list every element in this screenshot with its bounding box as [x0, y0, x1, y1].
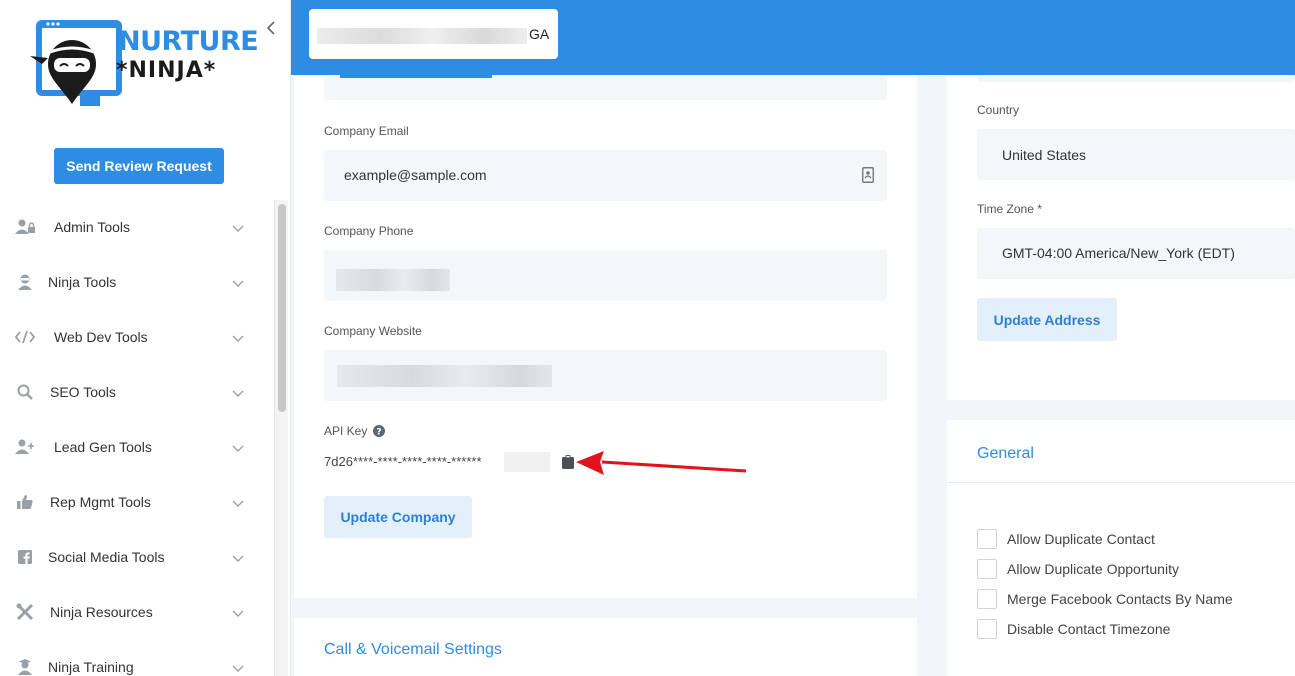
logo-text-ninja: *NINJA* — [116, 58, 217, 83]
logo-text-nurture: NURTURE — [118, 26, 259, 57]
sidebar-item-lead-gen-tools[interactable]: Lead Gen Tools — [0, 420, 270, 474]
company-email-label: Company Email — [324, 124, 409, 138]
company-phone-field[interactable] — [324, 250, 887, 301]
sidebar-item-social-media-tools[interactable]: Social Media Tools — [0, 530, 270, 584]
chevron-down-icon — [232, 385, 246, 399]
annotation-arrow-icon — [574, 449, 748, 484]
country-value: United States — [1002, 147, 1087, 163]
chevron-down-icon — [232, 440, 246, 454]
chevron-down-icon — [232, 605, 246, 619]
address-field-partial[interactable] — [977, 75, 1295, 82]
sidebar-item-label: Ninja Resources — [50, 604, 153, 620]
send-review-request-button[interactable]: Send Review Request — [54, 148, 224, 184]
company-card: Company Email example@sample.com Company… — [294, 75, 917, 598]
company-website-label: Company Website — [324, 324, 422, 338]
chevron-down-icon — [232, 550, 246, 564]
call-voicemail-title[interactable]: Call & Voicemail Settings — [324, 641, 502, 659]
general-card: General Allow Duplicate Contact Allow Du… — [947, 420, 1295, 676]
sidebar-item-label: Rep Mgmt Tools — [50, 494, 151, 510]
chevron-down-icon — [232, 660, 246, 674]
merge-facebook-contacts-label[interactable]: Merge Facebook Contacts By Name — [1007, 591, 1233, 607]
sidebar: NURTURE *NINJA* Send Review Request Admi… — [0, 0, 291, 676]
company-email-field[interactable]: example@sample.com — [324, 150, 887, 201]
chevron-left-icon[interactable] — [266, 20, 282, 40]
sidebar-scrollbar[interactable] — [274, 200, 288, 676]
sidebar-item-label: Admin Tools — [54, 219, 131, 235]
sidebar-item-label: Web Dev Tools — [54, 329, 148, 345]
facebook-icon — [14, 548, 36, 566]
sidebar-item-ninja-resources[interactable]: Ninja Resources — [0, 585, 270, 639]
allow-duplicate-contact-label[interactable]: Allow Duplicate Contact — [1007, 531, 1155, 547]
country-label: Country — [977, 103, 1020, 117]
api-key-label: API Key — [324, 424, 368, 438]
nurture-ninja-logo[interactable]: NURTURE *NINJA* — [20, 16, 260, 112]
company-name-field[interactable] — [324, 75, 887, 100]
thumbs-up-icon — [14, 493, 36, 511]
timezone-label: Time Zone * — [977, 202, 1042, 216]
update-company-button[interactable]: Update Company — [324, 496, 472, 538]
api-key-value: 7d26****-****-****-****-****** — [324, 454, 482, 469]
field-focus-bar — [340, 75, 492, 78]
user-lock-icon — [14, 218, 36, 236]
sidebar-item-web-dev-tools[interactable]: Web Dev Tools — [0, 310, 270, 364]
merge-facebook-contacts-checkbox[interactable] — [977, 589, 997, 609]
sidebar-item-label: Ninja Training — [48, 659, 134, 675]
user-graduate-icon — [14, 658, 36, 676]
allow-duplicate-opportunity-label[interactable]: Allow Duplicate Opportunity — [1007, 561, 1179, 577]
company-phone-label: Company Phone — [324, 224, 414, 238]
sidebar-item-label: Ninja Tools — [48, 274, 117, 290]
chevron-down-icon — [232, 330, 246, 344]
tools-icon — [14, 603, 36, 621]
sidebar-item-seo-tools[interactable]: SEO Tools — [0, 365, 270, 419]
disable-contact-timezone-label[interactable]: Disable Contact Timezone — [1007, 621, 1170, 637]
disable-contact-timezone-checkbox[interactable] — [977, 619, 997, 639]
country-select[interactable]: United States — [977, 129, 1295, 180]
ninja-icon — [14, 273, 36, 291]
sidebar-item-label: Social Media Tools — [48, 549, 165, 565]
clipboard-icon[interactable] — [562, 455, 574, 474]
scrollbar-thumb[interactable] — [278, 204, 286, 412]
user-plus-icon — [14, 438, 36, 456]
sidebar-item-ninja-training[interactable]: Ninja Training — [0, 640, 270, 676]
svg-text:?: ? — [376, 427, 381, 437]
help-icon[interactable]: ? — [373, 424, 385, 442]
sidebar-item-admin-tools[interactable]: Admin Tools — [0, 200, 270, 254]
code-icon — [14, 328, 36, 346]
call-voicemail-card: Call & Voicemail Settings — [294, 618, 917, 676]
company-email-value: example@sample.com — [344, 167, 487, 183]
chevron-down-icon — [232, 220, 246, 234]
top-bar: GA — [291, 0, 1295, 75]
section-divider — [947, 482, 1295, 483]
redacted-website — [337, 365, 552, 387]
address-card: Country United States Time Zone * GMT-04… — [947, 75, 1295, 400]
sidebar-item-label: SEO Tools — [50, 384, 116, 400]
account-switcher[interactable]: GA — [309, 9, 558, 59]
redacted-api-key-tail — [504, 452, 550, 472]
redacted-account-name — [317, 28, 527, 44]
redacted-phone — [336, 269, 450, 291]
update-address-button[interactable]: Update Address — [977, 298, 1117, 341]
sidebar-item-label: Lead Gen Tools — [54, 439, 152, 455]
timezone-value: GMT-04:00 America/New_York (EDT) — [1002, 245, 1235, 261]
search-icon — [14, 383, 36, 401]
allow-duplicate-opportunity-checkbox[interactable] — [977, 559, 997, 579]
company-website-field[interactable] — [324, 350, 887, 401]
sidebar-item-ninja-tools[interactable]: Ninja Tools — [0, 255, 270, 309]
sidebar-item-rep-mgmt-tools[interactable]: Rep Mgmt Tools — [0, 475, 270, 529]
allow-duplicate-contact-checkbox[interactable] — [977, 529, 997, 549]
chevron-down-icon — [232, 495, 246, 509]
contact-card-icon[interactable] — [862, 167, 874, 188]
chevron-down-icon — [232, 275, 246, 289]
timezone-select[interactable]: GMT-04:00 America/New_York (EDT) — [977, 228, 1295, 279]
general-title: General — [977, 445, 1034, 462]
account-name-suffix: GA — [529, 26, 550, 42]
